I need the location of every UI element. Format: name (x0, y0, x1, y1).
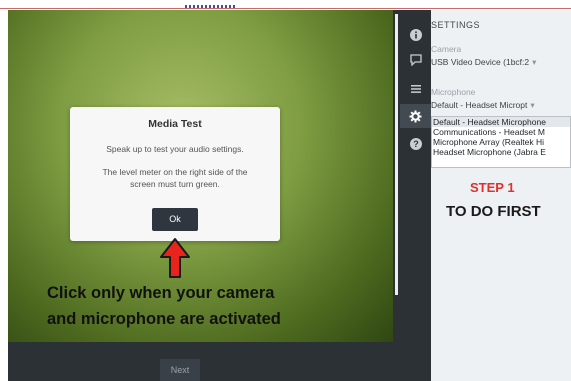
todo-annotation: TO DO FIRST (446, 203, 541, 220)
scrollbar-thumb[interactable] (395, 14, 398, 295)
settings-title: SETTINGS (431, 20, 481, 30)
microphone-select-value: Default - Headset Micropt (431, 100, 528, 110)
step-annotation: STEP 1 (470, 180, 515, 195)
chevron-down-icon: ▾ (530, 100, 535, 110)
gear-icon[interactable] (400, 104, 431, 128)
dropdown-option[interactable]: Communications - Headset M (432, 127, 570, 137)
dialog-instructions: The level meter on the right side of the… (102, 167, 248, 189)
ok-button[interactable]: Ok (152, 208, 198, 231)
microphone-select[interactable]: Default - Headset Micropt ▾ (431, 100, 571, 111)
svg-text:?: ? (413, 139, 419, 149)
dialog-text: Speak up to test your audio settings. (106, 144, 244, 154)
scrollbar[interactable] (393, 10, 400, 342)
next-button[interactable]: Next (160, 359, 200, 381)
instruction-note-line1: Click only when your camera (47, 284, 275, 302)
help-icon[interactable]: ? (407, 135, 424, 152)
microphone-dropdown[interactable]: Default - Headset Microphone Communicati… (431, 116, 571, 168)
dialog-title: Media Test (148, 118, 202, 130)
chevron-down-icon: ▾ (532, 57, 537, 67)
camera-select[interactable]: USB Video Device (1bcf:2 ▾ (431, 57, 571, 68)
sidebar: ? (400, 10, 431, 381)
top-border (0, 0, 571, 9)
info-icon[interactable] (407, 26, 424, 43)
instruction-note-line2: and microphone are activated (47, 310, 281, 328)
dropdown-option[interactable]: Default - Headset Microphone (432, 117, 570, 127)
settings-panel: SETTINGS Camera USB Video Device (1bcf:2… (431, 10, 571, 381)
dropdown-option[interactable]: Microphone Array (Realtek Hi (432, 137, 570, 147)
bottom-bar: Next (8, 342, 400, 381)
media-test-dialog: Media Test Speak up to test your audio s… (70, 107, 280, 241)
top-dotted-marker (185, 5, 237, 8)
dropdown-option[interactable]: Headset Microphone (Jabra E (432, 147, 570, 157)
red-up-arrow-icon (160, 238, 190, 278)
microphone-label: Microphone (431, 87, 476, 97)
list-icon[interactable] (407, 80, 424, 97)
camera-select-value: USB Video Device (1bcf:2 (431, 57, 530, 67)
chat-icon[interactable] (407, 51, 424, 68)
camera-label: Camera (431, 44, 462, 54)
